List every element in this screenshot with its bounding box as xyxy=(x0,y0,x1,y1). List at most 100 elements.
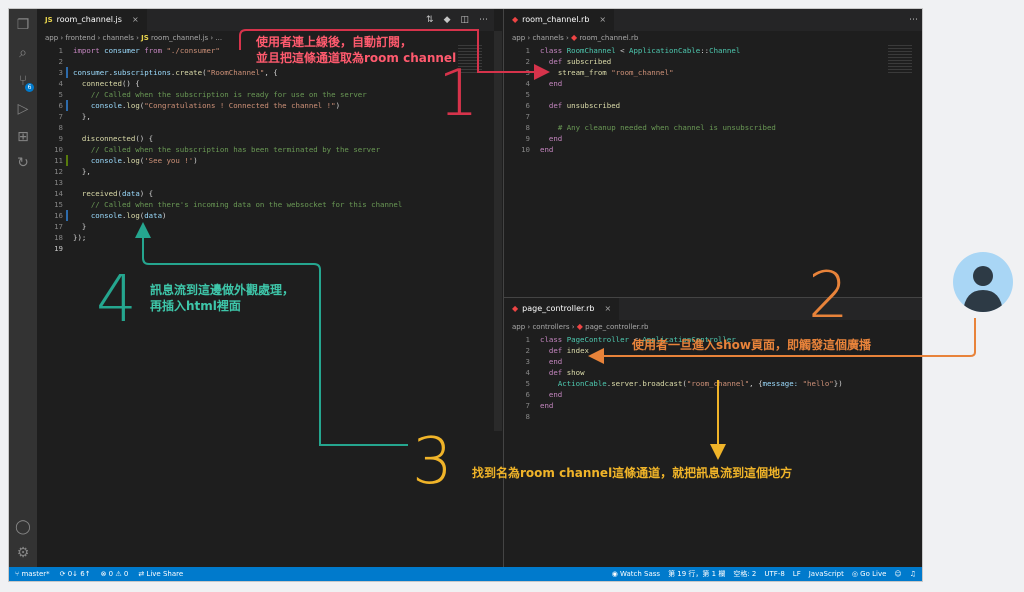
encoding[interactable]: UTF-8 xyxy=(764,567,784,581)
code-line[interactable]: 5 xyxy=(504,89,922,100)
breadcrumb-item[interactable]: controllers xyxy=(532,323,569,331)
more-actions-icon[interactable]: ⋯ xyxy=(909,15,918,25)
code-text[interactable]: consumer.subscriptions.create("RoomChann… xyxy=(73,67,278,78)
code-line[interactable]: 4 end xyxy=(504,78,922,89)
code-line[interactable]: 6 end xyxy=(504,389,922,400)
breadcrumb-item[interactable]: room_channel.rb xyxy=(579,34,638,42)
split-editor-icon[interactable]: ◫ xyxy=(460,15,469,25)
close-icon[interactable]: × xyxy=(132,9,139,31)
code-text[interactable]: class RoomChannel < ApplicationCable::Ch… xyxy=(540,45,740,56)
tab-room-channel-rb[interactable]: ◆ room_channel.rb × xyxy=(504,9,615,31)
code-text[interactable]: end xyxy=(540,144,553,155)
code-line[interactable]: 10 // Called when the subscription has b… xyxy=(37,144,494,155)
code-line[interactable]: 2 def subscribed xyxy=(504,56,922,67)
explorer-icon[interactable]: ❐ xyxy=(15,17,31,33)
code-line[interactable]: 8 xyxy=(37,122,494,133)
breadcrumb-item[interactable]: app xyxy=(45,34,58,42)
problems-indicator[interactable]: ⊗ 0 ⚠ 0 xyxy=(101,567,129,581)
run-debug-icon[interactable]: ▷ xyxy=(15,101,31,117)
indentation[interactable]: 空格: 2 xyxy=(733,567,756,581)
code-text[interactable]: def unsubscribed xyxy=(540,100,620,111)
settings-gear-icon[interactable]: ⚙ xyxy=(15,545,31,561)
code-text[interactable]: console.log(data) xyxy=(73,210,167,221)
code-text[interactable]: end xyxy=(540,400,553,411)
code-text[interactable]: // Called when the subscription has been… xyxy=(73,144,380,155)
notifications-bell-icon[interactable]: ♫ xyxy=(910,567,916,581)
compare-icon[interactable]: ⇅ xyxy=(426,15,434,25)
watch-sass-button[interactable]: ◉ Watch Sass xyxy=(612,567,660,581)
code-text[interactable]: received(data) { xyxy=(73,188,153,199)
code-text[interactable]: # Any cleanup needed when channel is uns… xyxy=(540,122,776,133)
code-text[interactable]: } xyxy=(73,221,86,232)
breadcrumb-item[interactable]: frontend xyxy=(65,34,95,42)
code-line[interactable]: 4 connected() { xyxy=(37,78,494,89)
live-share-button[interactable]: ⇄ Live Share xyxy=(138,567,183,581)
code-line[interactable]: 7 xyxy=(504,111,922,122)
breadcrumb-item[interactable]: channels xyxy=(103,34,134,42)
tab-room-channel-js[interactable]: JS room_channel.js × xyxy=(37,9,147,31)
close-icon[interactable]: × xyxy=(599,9,606,31)
language-mode[interactable]: JavaScript xyxy=(809,567,844,581)
code-line[interactable]: 3 end xyxy=(504,356,922,367)
diamond-icon[interactable]: ◆ xyxy=(444,15,451,25)
account-icon[interactable]: ◯ xyxy=(15,519,31,535)
tab-page-controller-rb[interactable]: ◆ page_controller.rb × xyxy=(504,298,620,320)
code-line[interactable]: 5 // Called when the subscription is rea… xyxy=(37,89,494,100)
close-icon[interactable]: × xyxy=(604,298,611,320)
search-icon[interactable]: ⌕ xyxy=(15,45,31,61)
code-text[interactable]: end xyxy=(540,133,562,144)
breadcrumb[interactable]: app › channels › ◆ room_channel.rb xyxy=(504,31,922,45)
code-line[interactable]: 8 xyxy=(504,411,922,422)
breadcrumb-item[interactable]: app xyxy=(512,34,525,42)
code-text[interactable]: def index xyxy=(540,345,589,356)
code-text[interactable]: ActionCable.server.broadcast("room_chann… xyxy=(540,378,843,389)
code-area-room-channel-rb[interactable]: 1 class RoomChannel < ApplicationCable::C… xyxy=(504,45,922,297)
code-text[interactable]: console.log('See you !') xyxy=(73,155,198,166)
code-text[interactable]: }, xyxy=(73,111,91,122)
code-text[interactable]: end xyxy=(540,389,562,400)
code-line[interactable]: 7 }, xyxy=(37,111,494,122)
breadcrumb[interactable]: app › controllers › ◆ page_controller.rb xyxy=(504,320,922,334)
code-text[interactable]: end xyxy=(540,356,562,367)
more-actions-icon[interactable]: ⋯ xyxy=(479,15,488,25)
breadcrumb-item[interactable]: room_channel.js xyxy=(151,34,208,42)
scrollbar[interactable] xyxy=(494,31,502,431)
extensions-icon[interactable]: ⊞ xyxy=(15,129,31,145)
code-line[interactable]: 5 ActionCable.server.broadcast("room_cha… xyxy=(504,378,922,389)
code-line[interactable]: 18}); xyxy=(37,232,494,243)
code-text[interactable]: import consumer from "./consumer" xyxy=(73,45,220,56)
branch-indicator[interactable]: ⑂ master* xyxy=(15,567,50,581)
line-ending[interactable]: LF xyxy=(793,567,801,581)
breadcrumb-item[interactable]: ... xyxy=(215,34,222,42)
code-line[interactable]: 1 class RoomChannel < ApplicationCable::C… xyxy=(504,45,922,56)
code-text[interactable]: disconnected() { xyxy=(73,133,153,144)
code-line[interactable]: 3 stream_from "room_channel" xyxy=(504,67,922,78)
code-text[interactable]: }); xyxy=(73,232,86,243)
code-text[interactable]: connected() { xyxy=(73,78,140,89)
code-line[interactable]: 13 xyxy=(37,177,494,188)
code-line[interactable]: 12 }, xyxy=(37,166,494,177)
breadcrumb-item[interactable]: app xyxy=(512,323,525,331)
code-text[interactable]: stream_from "room_channel" xyxy=(540,67,674,78)
code-line[interactable]: 16 console.log(data) xyxy=(37,210,494,221)
code-text[interactable]: // Called when the subscription is ready… xyxy=(73,89,367,100)
code-line[interactable]: 17 } xyxy=(37,221,494,232)
cursor-position[interactable]: 第 19 行，第 1 欄 xyxy=(668,567,725,581)
breadcrumb-item[interactable]: channels xyxy=(532,34,563,42)
code-text[interactable]: console.log("Congratulations ! Connected… xyxy=(73,100,340,111)
code-text[interactable]: def subscribed xyxy=(540,56,611,67)
breadcrumb-item[interactable]: page_controller.rb xyxy=(585,323,648,331)
code-line[interactable]: 7 end xyxy=(504,400,922,411)
feedback-icon[interactable]: ☺ xyxy=(894,567,901,581)
code-line[interactable]: 15 // Called when there's incoming data … xyxy=(37,199,494,210)
code-text[interactable]: end xyxy=(540,78,562,89)
live-share-icon[interactable]: ↻ xyxy=(15,155,31,171)
code-line[interactable]: 11 console.log('See you !') xyxy=(37,155,494,166)
code-line[interactable]: 6 console.log("Congratulations ! Connect… xyxy=(37,100,494,111)
code-line[interactable]: 9 end xyxy=(504,133,922,144)
code-text[interactable]: def show xyxy=(540,367,585,378)
code-line[interactable]: 8 # Any cleanup needed when channel is u… xyxy=(504,122,922,133)
code-text[interactable]: // Called when there's incoming data on … xyxy=(73,199,402,210)
code-line[interactable]: 6 def unsubscribed xyxy=(504,100,922,111)
code-line[interactable]: 19 xyxy=(37,243,494,254)
